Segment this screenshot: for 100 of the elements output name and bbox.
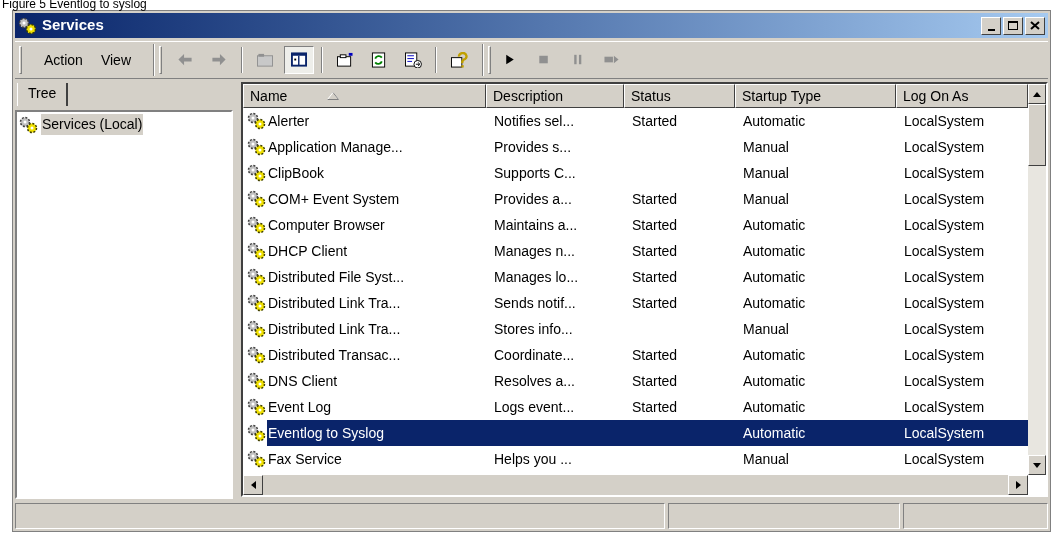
table-row[interactable]: Distributed Link Tra... Stores info... Manual LocalSystem — [243, 316, 1028, 342]
table-cell-text: Automatic — [743, 293, 806, 313]
close-button[interactable] — [1025, 16, 1045, 35]
service-icon — [247, 268, 267, 286]
scroll-right-button[interactable] — [1008, 475, 1028, 495]
column-header[interactable]: Log On As — [896, 84, 1028, 108]
table-cell-text: Manual — [743, 189, 789, 209]
table-cell-text: Started — [632, 345, 678, 365]
table-cell-text: LocalSystem — [904, 241, 985, 261]
service-icon — [247, 346, 267, 364]
table-row[interactable]: Distributed File Syst... Manages lo... Started Automatic LocalSystem — [243, 264, 1028, 290]
scroll-down-button[interactable] — [1028, 455, 1046, 475]
table-cell-text: LocalSystem — [904, 397, 985, 417]
table-cell-text: Coordinate... — [494, 345, 575, 365]
table-cell-text: Resolves a... — [494, 371, 575, 391]
table-cell-text: Started — [632, 371, 678, 391]
table-row[interactable]: DHCP Client Manages n... Started Automatic LocalSystem — [243, 238, 1028, 264]
table-cell-text: Maintains a... — [494, 215, 578, 235]
left-triangle-icon — [250, 481, 256, 489]
tree-tab[interactable]: Tree — [17, 83, 69, 106]
service-icon — [247, 424, 267, 442]
maximize-button[interactable] — [1003, 16, 1023, 35]
table-cell-text: LocalSystem — [904, 423, 985, 443]
service-icon — [247, 320, 267, 338]
sort-ascending-icon — [327, 92, 340, 100]
table-cell-text: COM+ Event System — [268, 189, 400, 209]
down-triangle-icon — [1033, 462, 1041, 468]
vertical-scrollbar[interactable] — [1028, 84, 1046, 475]
tree-pane-icon[interactable] — [284, 46, 314, 74]
table-cell-text: Started — [632, 397, 678, 417]
service-icon — [247, 190, 267, 208]
table-cell-text: Automatic — [743, 267, 806, 287]
table-cell-text: Manual — [743, 449, 789, 469]
up-triangle-icon — [1033, 91, 1041, 97]
table-cell-text: Started — [632, 215, 678, 235]
table-row[interactable]: ClipBook Supports C... Manual LocalSystem — [243, 160, 1028, 186]
table-cell-text: ClipBook — [268, 163, 325, 183]
column-header[interactable]: Description — [486, 84, 624, 108]
table-cell-text: Application Manage... — [268, 137, 403, 157]
scroll-up-button[interactable] — [1028, 84, 1046, 104]
table-cell-text: Manual — [743, 319, 789, 339]
table-cell-text: Automatic — [743, 215, 806, 235]
table-row[interactable]: Application Manage... Provides s... Manual LocalSystem — [243, 134, 1028, 160]
service-icon — [247, 164, 267, 182]
table-cell-text: DNS Client — [268, 371, 338, 391]
table-cell-text: Event Log — [268, 397, 332, 417]
scroll-thumb[interactable] — [1028, 104, 1046, 166]
right-triangle-icon — [1015, 481, 1021, 489]
table-cell-text: Logs event... — [494, 397, 575, 417]
service-icon — [247, 112, 267, 130]
table-cell-text: Started — [632, 189, 678, 209]
column-header[interactable]: Startup Type — [735, 84, 896, 108]
table-cell-text: Notifies sel... — [494, 111, 575, 131]
minimize-button[interactable] — [981, 16, 1001, 35]
services-icon — [18, 16, 38, 35]
service-icon — [247, 450, 267, 468]
services-icon — [19, 115, 39, 134]
table-row[interactable]: Alerter Notifies sel... Started Automatic LocalSystem — [243, 108, 1028, 134]
table-cell-text: Stores info... — [494, 319, 573, 339]
table-row[interactable]: Computer Browser Maintains a... Started Automatic LocalSystem — [243, 212, 1028, 238]
scroll-left-button[interactable] — [243, 475, 263, 495]
horizontal-scrollbar[interactable] — [243, 475, 1028, 495]
table-cell-text: Manages lo... — [494, 267, 579, 287]
table-cell-text: LocalSystem — [904, 137, 985, 157]
close-icon — [1030, 21, 1040, 30]
table-row[interactable]: COM+ Event System Provides a... Started Manual LocalSystem — [243, 186, 1028, 212]
table-row[interactable]: DNS Client Resolves a... Started Automatic LocalSystem — [243, 368, 1028, 394]
window-title: Services — [42, 15, 104, 36]
table-cell-text: LocalSystem — [904, 345, 985, 365]
table-row[interactable]: Distributed Transac... Coordinate... Started Automatic LocalSystem — [243, 342, 1028, 368]
table-cell-text: Started — [632, 293, 678, 313]
menu-item[interactable]: View — [92, 48, 139, 72]
tree-item[interactable]: Services (Local) — [41, 114, 144, 135]
table-cell-text: Manual — [743, 163, 789, 183]
service-icon — [247, 372, 267, 390]
table-cell-text: Helps you ... — [494, 449, 572, 469]
table-cell-text: Distributed Transac... — [268, 345, 401, 365]
service-icon — [247, 242, 267, 260]
table-cell-text: Supports C... — [494, 163, 576, 183]
table-cell-text: LocalSystem — [904, 293, 985, 313]
table-cell-text: LocalSystem — [904, 189, 985, 209]
table-cell-text: Automatic — [743, 241, 806, 261]
table-cell-text: Provides s... — [494, 137, 572, 157]
table-row[interactable]: Event Log Logs event... Started Automatic LocalSystem — [243, 394, 1028, 420]
table-cell-text: Started — [632, 241, 678, 261]
column-header[interactable]: Status — [624, 84, 735, 108]
table-cell-text: Automatic — [743, 423, 806, 443]
table-cell-text: Automatic — [743, 345, 806, 365]
service-icon — [247, 216, 267, 234]
table-cell-text: LocalSystem — [904, 267, 985, 287]
service-icon — [247, 138, 267, 156]
table-cell-text: Manual — [743, 137, 789, 157]
table-cell-text: Computer Browser — [268, 215, 385, 235]
menu-item[interactable]: Action — [36, 48, 91, 72]
table-cell-text: Automatic — [743, 371, 806, 391]
table-cell-text: Distributed File Syst... — [268, 267, 405, 287]
table-cell-text: DHCP Client — [268, 241, 348, 261]
table-row[interactable]: Distributed Link Tra... Sends notif... Started Automatic LocalSystem — [243, 290, 1028, 316]
column-header[interactable]: Name — [243, 84, 486, 108]
table-row[interactable]: Fax Service Helps you ... Manual LocalSystem — [243, 446, 1028, 472]
